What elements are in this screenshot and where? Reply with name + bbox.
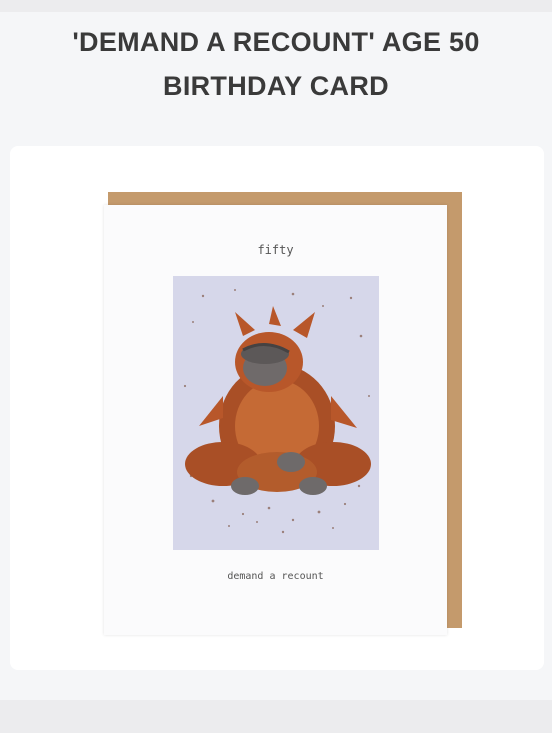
page-title: 'DEMAND A RECOUNT' AGE 50 BIRTHDAY CARD (0, 20, 552, 108)
card-bottom-text: demand a recount (227, 571, 324, 582)
orangutan-illustration (173, 276, 379, 550)
bottom-strip (0, 700, 552, 733)
title-line-2: BIRTHDAY CARD (163, 71, 389, 101)
orangutan-icon (183, 289, 371, 534)
birthday-card[interactable]: fifty demand a recount (104, 205, 447, 635)
top-strip (0, 0, 552, 12)
title-line-1: 'DEMAND A RECOUNT' AGE 50 (72, 27, 480, 57)
card-top-text: fifty (257, 243, 294, 257)
